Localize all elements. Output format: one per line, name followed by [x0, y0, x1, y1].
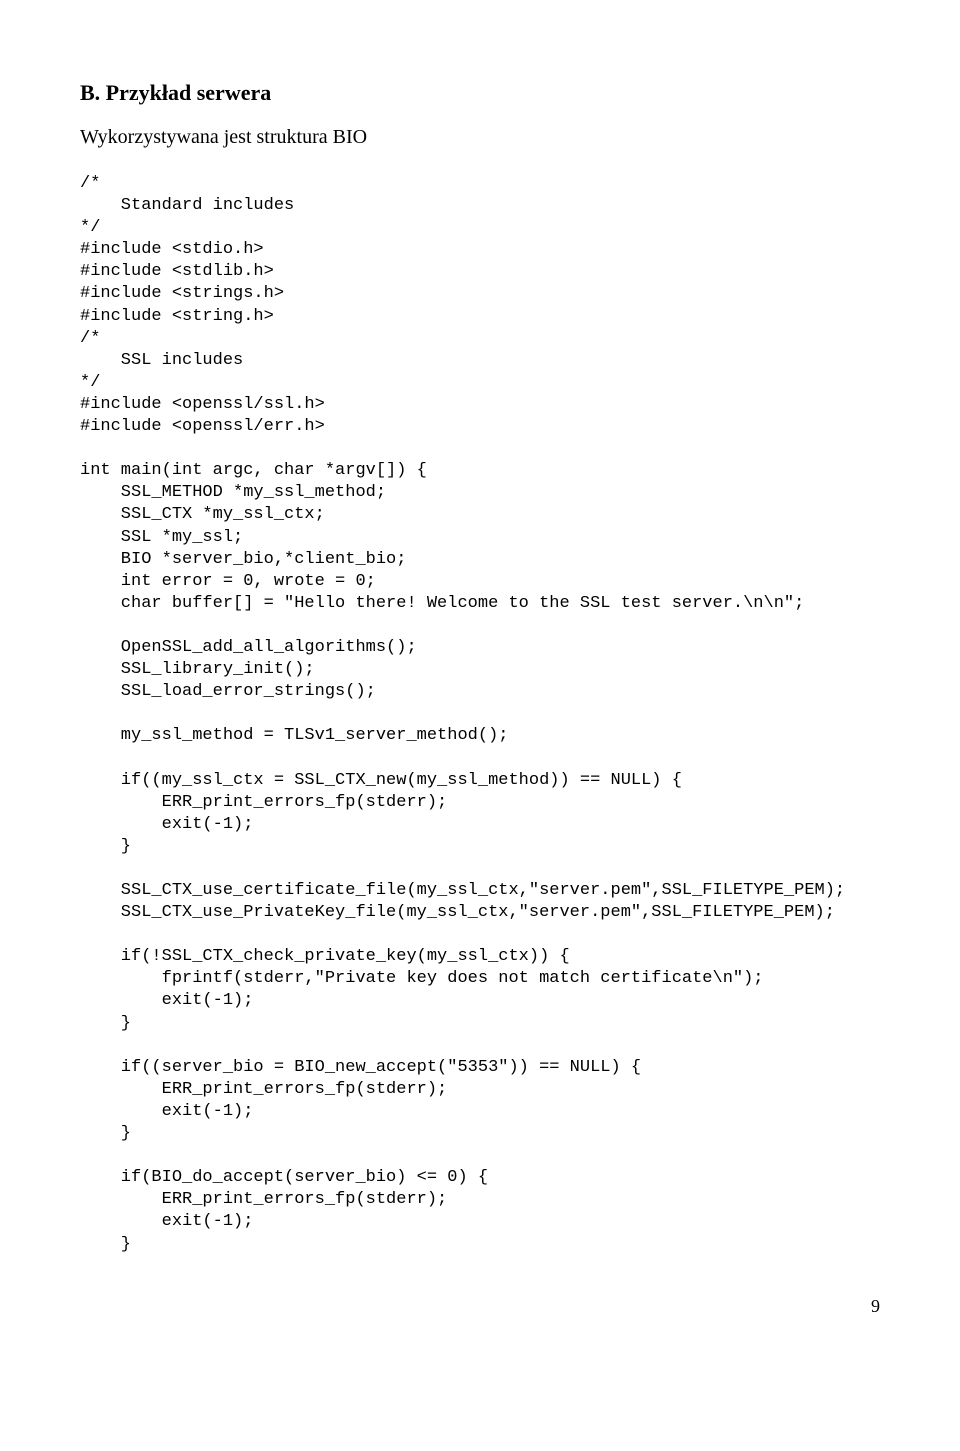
section-subheading: Wykorzystywana jest struktura BIO	[80, 126, 880, 149]
code-block: /* Standard includes */ #include <stdio.…	[80, 173, 880, 1256]
section-heading: B. Przykład serwera	[80, 80, 880, 106]
page-number: 9	[80, 1296, 880, 1317]
